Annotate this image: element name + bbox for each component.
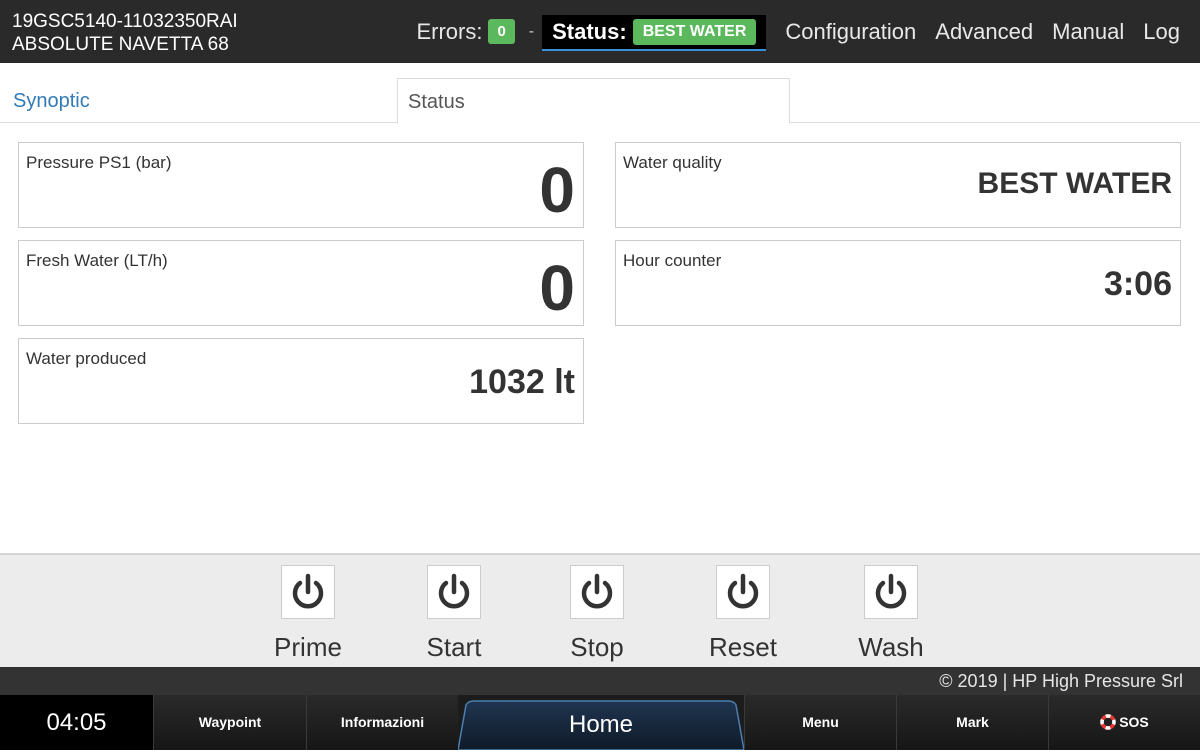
errors-indicator[interactable]: Errors: 0 bbox=[416, 18, 515, 45]
status-badge: BEST WATER bbox=[632, 18, 757, 45]
prime-action[interactable]: Prime bbox=[253, 565, 363, 663]
tab-status[interactable]: Status bbox=[397, 78, 790, 124]
fresh-water-card: Fresh Water (LT/h) 0 bbox=[18, 240, 584, 326]
separator: - bbox=[528, 22, 535, 40]
stop-label: Stop bbox=[570, 632, 624, 662]
power-icon bbox=[581, 573, 613, 609]
home-button[interactable]: Home bbox=[458, 695, 744, 750]
informazioni-button[interactable]: Informazioni bbox=[306, 695, 458, 750]
water-produced-card: Water produced 1032 lt bbox=[18, 338, 584, 424]
water-quality-card: Water quality BEST WATER bbox=[615, 142, 1181, 228]
nav-configuration[interactable]: Configuration bbox=[785, 19, 916, 45]
mark-button[interactable]: Mark bbox=[896, 695, 1048, 750]
errors-count-badge: 0 bbox=[488, 19, 515, 44]
water-quality-label: Water quality bbox=[623, 153, 722, 172]
sos-label: SOS bbox=[1119, 714, 1149, 730]
stop-button[interactable] bbox=[570, 565, 624, 619]
status-nav-item[interactable]: Status: BEST WATER bbox=[542, 14, 767, 51]
water-quality-value: BEST WATER bbox=[977, 167, 1172, 200]
clock: 04:05 bbox=[0, 695, 153, 750]
device-info: 19GSC5140-11032350RAI ABSOLUTE NAVETTA 6… bbox=[12, 10, 238, 56]
start-action[interactable]: Start bbox=[399, 565, 509, 663]
water-produced-label: Water produced bbox=[26, 349, 147, 368]
power-icon bbox=[292, 573, 324, 609]
top-nav: Errors: 0 - Status: BEST WATER Configura… bbox=[416, 0, 1200, 63]
wash-button[interactable] bbox=[864, 565, 918, 619]
waypoint-button[interactable]: Waypoint bbox=[153, 695, 306, 750]
fresh-water-value: 0 bbox=[539, 252, 575, 324]
water-produced-value: 1032 lt bbox=[469, 363, 575, 401]
reset-button[interactable] bbox=[716, 565, 770, 619]
pressure-card: Pressure PS1 (bar) 0 bbox=[18, 142, 584, 228]
reset-label: Reset bbox=[709, 632, 777, 662]
power-icon bbox=[875, 573, 907, 609]
power-icon bbox=[438, 573, 470, 609]
home-label: Home bbox=[568, 711, 634, 738]
stop-action[interactable]: Stop bbox=[542, 565, 652, 663]
prime-label: Prime bbox=[274, 632, 342, 662]
prime-button[interactable] bbox=[281, 565, 335, 619]
hour-counter-value: 3:06 bbox=[1103, 265, 1172, 303]
device-model: ABSOLUTE NAVETTA 68 bbox=[12, 34, 229, 55]
power-icon bbox=[727, 573, 759, 609]
device-id: 19GSC5140-11032350RAI bbox=[12, 11, 238, 32]
nav-advanced[interactable]: Advanced bbox=[935, 19, 1033, 45]
start-button[interactable] bbox=[427, 565, 481, 619]
menu-button[interactable]: Menu bbox=[744, 695, 896, 750]
action-bar: Prime Start Stop Reset Wash bbox=[0, 553, 1200, 667]
errors-label: Errors: bbox=[416, 18, 483, 44]
wash-label: Wash bbox=[858, 632, 924, 662]
wash-action[interactable]: Wash bbox=[836, 565, 946, 663]
reset-action[interactable]: Reset bbox=[688, 565, 798, 663]
sos-button[interactable]: SOS bbox=[1048, 695, 1200, 750]
lifebuoy-icon bbox=[1100, 714, 1116, 730]
tab-bar: Synoptic Status bbox=[0, 63, 1200, 124]
fresh-water-label: Fresh Water (LT/h) bbox=[26, 251, 168, 270]
start-label: Start bbox=[426, 632, 482, 662]
bottom-nav: 04:05 Waypoint Informazioni Home Menu Ma… bbox=[0, 695, 1200, 750]
pressure-label: Pressure PS1 (bar) bbox=[26, 153, 172, 172]
hour-counter-card: Hour counter 3:06 bbox=[615, 240, 1181, 326]
nav-log[interactable]: Log bbox=[1143, 19, 1180, 45]
nav-manual[interactable]: Manual bbox=[1052, 19, 1124, 45]
hour-counter-label: Hour counter bbox=[623, 251, 722, 270]
pressure-value: 0 bbox=[539, 154, 575, 226]
top-header: 19GSC5140-11032350RAI ABSOLUTE NAVETTA 6… bbox=[0, 0, 1200, 63]
status-label: Status: bbox=[552, 18, 627, 44]
copyright-footer: © 2019 | HP High Pressure Srl bbox=[0, 667, 1200, 695]
tab-synoptic[interactable]: Synoptic bbox=[3, 78, 100, 123]
